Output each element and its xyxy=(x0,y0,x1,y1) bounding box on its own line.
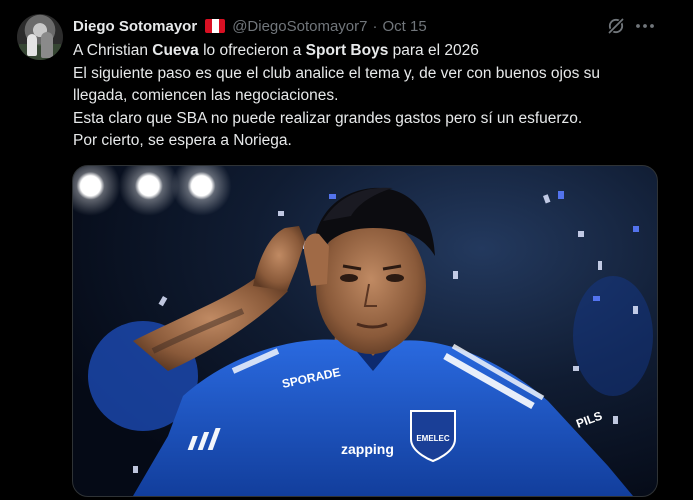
separator: · xyxy=(372,17,378,35)
peru-flag-icon xyxy=(205,19,226,33)
post-image[interactable]: SPORADE zapping PILS EMELEC xyxy=(72,165,658,497)
avatar-field xyxy=(19,44,61,60)
post-line-3: llegada, comiencen las negociaciones. xyxy=(73,87,339,104)
post-line-5: Por cierto, se espera a Noriega. xyxy=(73,132,292,149)
avatar-figure xyxy=(41,32,53,58)
avatar-figure xyxy=(27,34,37,56)
author-handle[interactable]: @DiegoSotomayor7 xyxy=(232,18,367,35)
more-icon[interactable] xyxy=(634,16,656,36)
grok-icon[interactable] xyxy=(606,16,626,36)
avatar[interactable] xyxy=(17,14,63,60)
post-line-2: El siguiente paso es que el club analice… xyxy=(73,64,601,82)
post-line-1: A Christian Cueva lo ofrecieron a Sport … xyxy=(73,42,479,59)
chest-sponsor: zapping xyxy=(341,441,394,457)
post-header: Diego Sotomayor @DiegoSotomayor7 · Oct 1… xyxy=(73,15,427,37)
author-name[interactable]: Diego Sotomayor xyxy=(73,18,197,35)
post-text: A Christian Cueva lo ofrecieron a Sport … xyxy=(73,40,673,153)
post-line-4: Esta claro que SBA no puede realizar gra… xyxy=(73,109,583,127)
post-date[interactable]: Oct 15 xyxy=(382,18,426,35)
shoulder-sponsor: PILS xyxy=(574,409,604,431)
svg-text:EMELEC: EMELEC xyxy=(416,434,450,443)
player-photo: SPORADE zapping PILS EMELEC xyxy=(88,187,653,496)
